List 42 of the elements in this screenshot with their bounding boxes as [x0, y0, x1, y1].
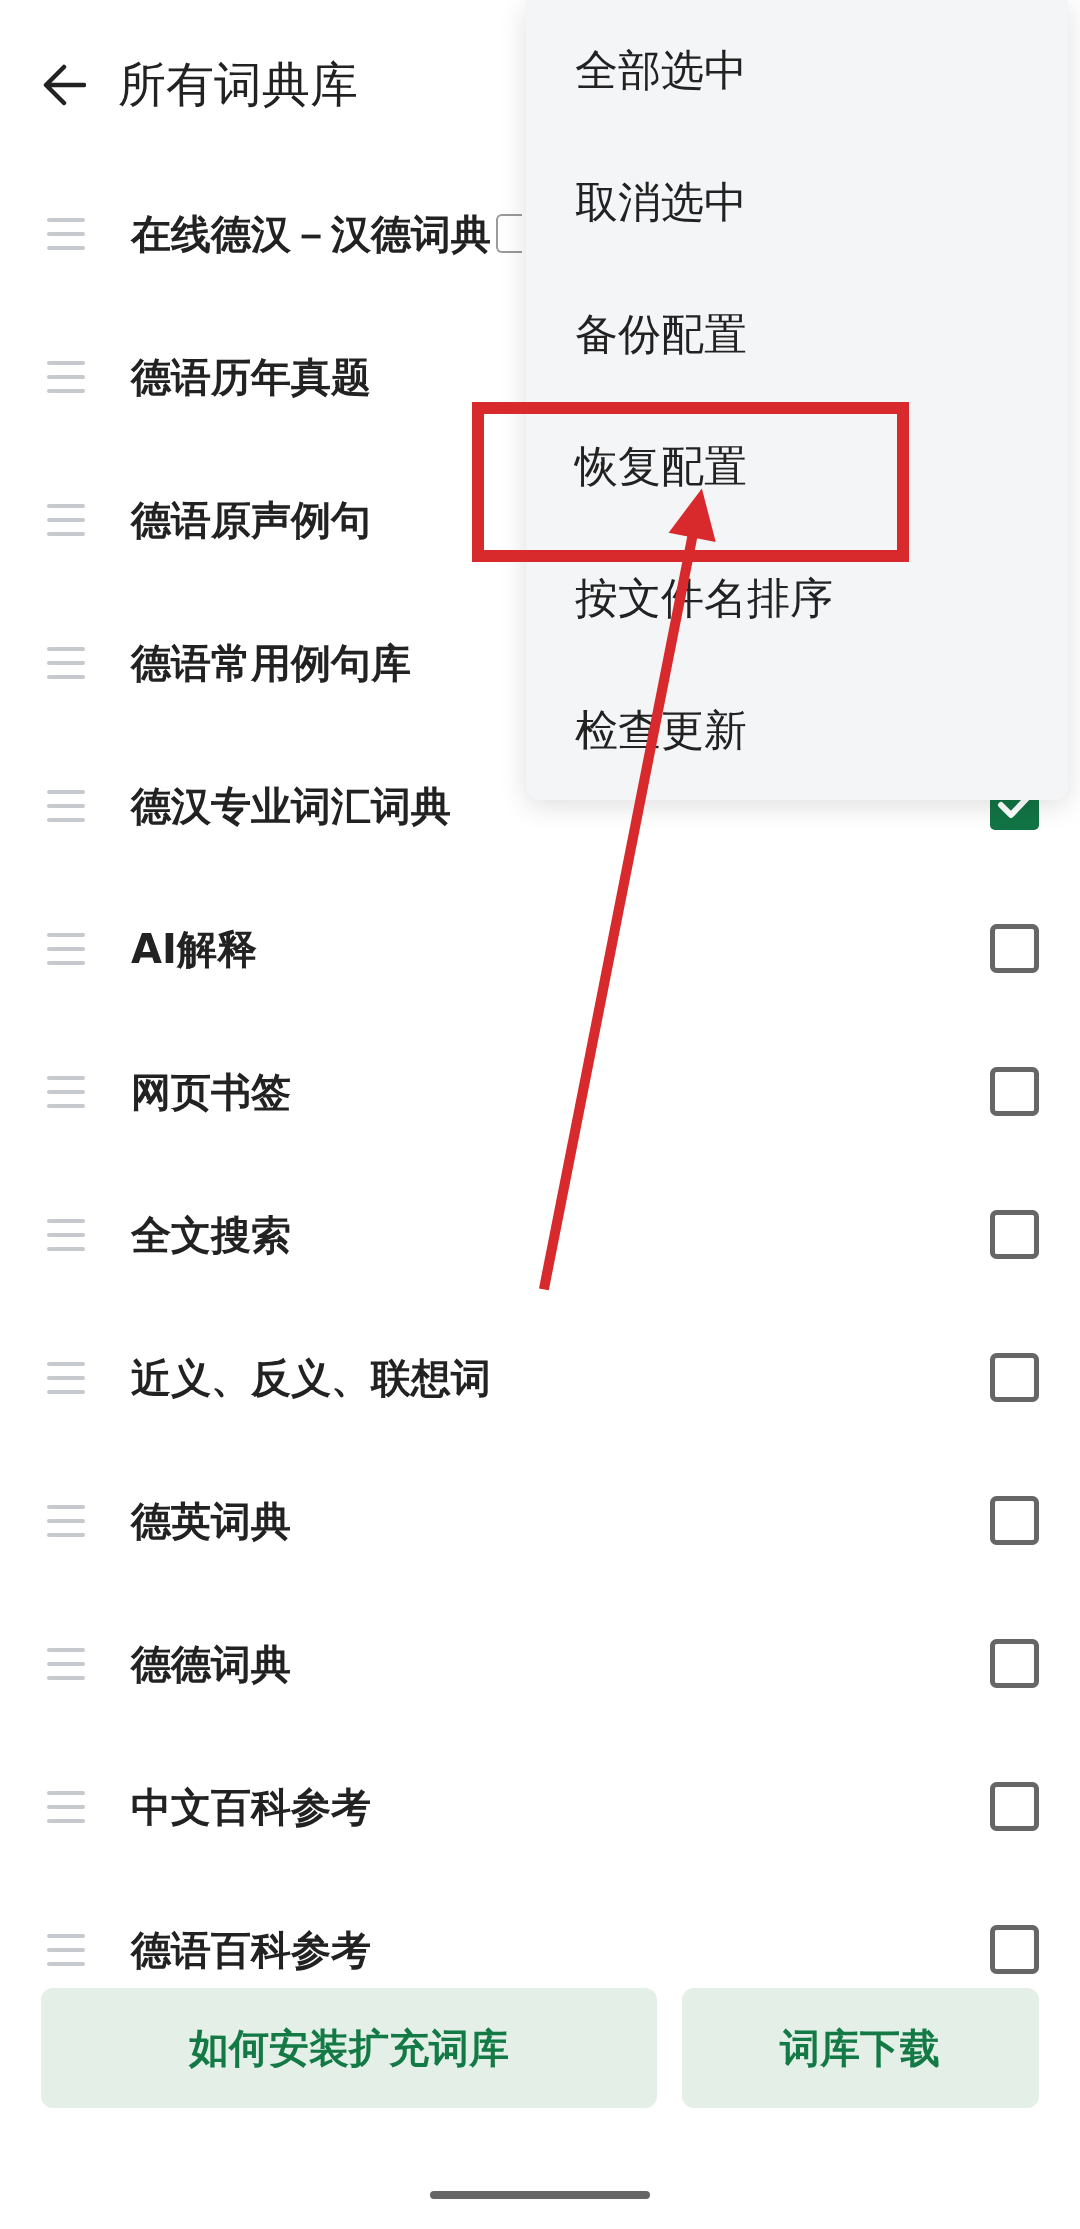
dictionary-name: AI解释: [131, 924, 257, 973]
checkbox[interactable]: [990, 1353, 1039, 1402]
drag-handle-icon[interactable]: [47, 932, 85, 965]
drag-handle-icon[interactable]: [47, 1361, 85, 1394]
dictionary-name: 德语历年真题: [131, 352, 371, 401]
drag-handle-icon[interactable]: [47, 1647, 85, 1680]
dictionary-name: 全文搜索: [131, 1210, 291, 1259]
dictionary-name: 近义、反义、联想词: [131, 1353, 491, 1402]
drag-handle-icon[interactable]: [47, 1933, 85, 1966]
download-button[interactable]: 词库下载: [681, 1988, 1039, 2108]
checkbox[interactable]: [990, 924, 1039, 973]
dictionary-name: 德语常用例句库: [131, 638, 411, 687]
dictionary-name: 中文百科参考: [131, 1782, 371, 1831]
drag-handle-icon[interactable]: [47, 360, 85, 393]
dictionary-name: 德语原声例句: [131, 495, 371, 544]
drag-handle-icon[interactable]: [47, 1504, 85, 1537]
drag-handle-icon[interactable]: [47, 789, 85, 822]
drag-handle-icon[interactable]: [47, 217, 85, 250]
dictionary-name: 在线德汉－汉德词典: [131, 209, 491, 258]
dictionary-name: 德英词典: [131, 1496, 291, 1545]
drag-handle-icon[interactable]: [47, 503, 85, 536]
drag-handle-icon[interactable]: [47, 1218, 85, 1251]
drag-handle-icon[interactable]: [47, 1790, 85, 1823]
menu-item[interactable]: 取消选中: [526, 136, 1068, 268]
checkbox[interactable]: [990, 1210, 1039, 1259]
menu-item[interactable]: 全部选中: [526, 4, 1068, 136]
dictionary-name: 德德词典: [131, 1639, 291, 1688]
dictionary-name: 网页书签: [131, 1067, 291, 1116]
menu-item[interactable]: 备份配置: [526, 268, 1068, 400]
drag-handle-icon[interactable]: [47, 1075, 85, 1108]
checkbox[interactable]: [990, 1782, 1039, 1831]
page-title: 所有词典库: [118, 56, 358, 114]
checkbox[interactable]: [990, 1925, 1039, 1974]
checkbox[interactable]: [990, 1067, 1039, 1116]
dictionary-name: 德语百科参考: [131, 1925, 371, 1974]
dictionary-name: 德汉专业词汇词典: [131, 781, 451, 830]
back-icon[interactable]: [42, 63, 86, 107]
menu-item[interactable]: 恢复配置: [526, 400, 1068, 532]
install-guide-button[interactable]: 如何安装扩充词库: [41, 1988, 657, 2108]
checkbox[interactable]: [990, 1496, 1039, 1545]
checkbox[interactable]: [990, 1639, 1039, 1688]
drag-handle-icon[interactable]: [47, 646, 85, 679]
